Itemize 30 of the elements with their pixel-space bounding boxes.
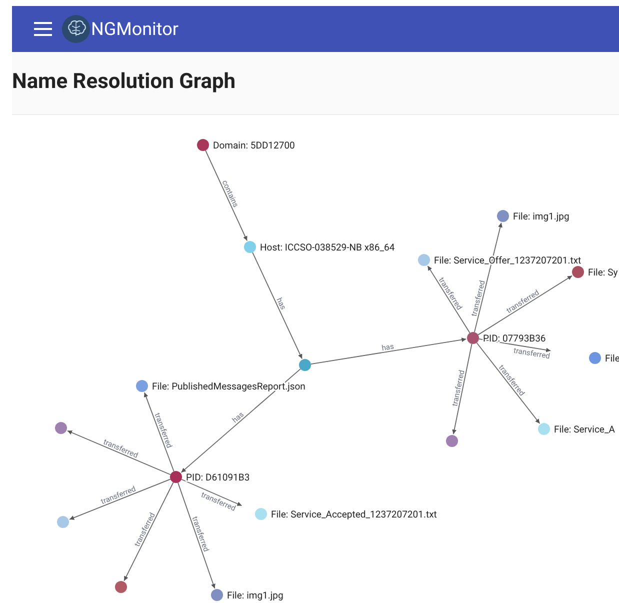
node-label: Host: ICCSO-038529-NB x86_64 (260, 242, 395, 254)
graph-node[interactable] (57, 516, 69, 528)
node-label: File: Sy (588, 268, 618, 278)
graph-node[interactable] (467, 332, 479, 344)
graph-node[interactable] (255, 508, 267, 520)
graph-node[interactable] (197, 139, 209, 151)
graph-node[interactable] (115, 581, 127, 593)
node-label: File: img1.jpg (227, 590, 284, 602)
graph-node[interactable] (572, 266, 584, 278)
graph-node[interactable] (299, 359, 311, 371)
menu-button[interactable] (34, 22, 52, 36)
node-label: Domain: 5DD12700 (213, 140, 295, 152)
graph-node[interactable] (538, 423, 550, 435)
node-label: File: Service_A (554, 424, 615, 436)
graph-node[interactable] (589, 352, 601, 364)
graph-edge (427, 265, 470, 334)
graph-node[interactable] (497, 210, 509, 222)
node-label: File: img1.jpg (513, 212, 570, 222)
node-label: File: Service_Accepted_1237207201.txt (271, 510, 437, 520)
graph-node[interactable] (446, 435, 458, 447)
brain-logo-icon (62, 15, 90, 43)
page-title: Name Resolution Graph (12, 69, 236, 96)
graph-node[interactable] (170, 471, 182, 483)
app-title: NGMonitor (91, 18, 178, 42)
graph-node[interactable] (136, 380, 148, 392)
node-label: PID: D61091B3 (186, 472, 250, 484)
graph-node[interactable] (211, 589, 223, 601)
graph-node[interactable] (244, 241, 256, 253)
graph-node[interactable] (55, 422, 67, 434)
graph-node[interactable] (418, 254, 430, 266)
